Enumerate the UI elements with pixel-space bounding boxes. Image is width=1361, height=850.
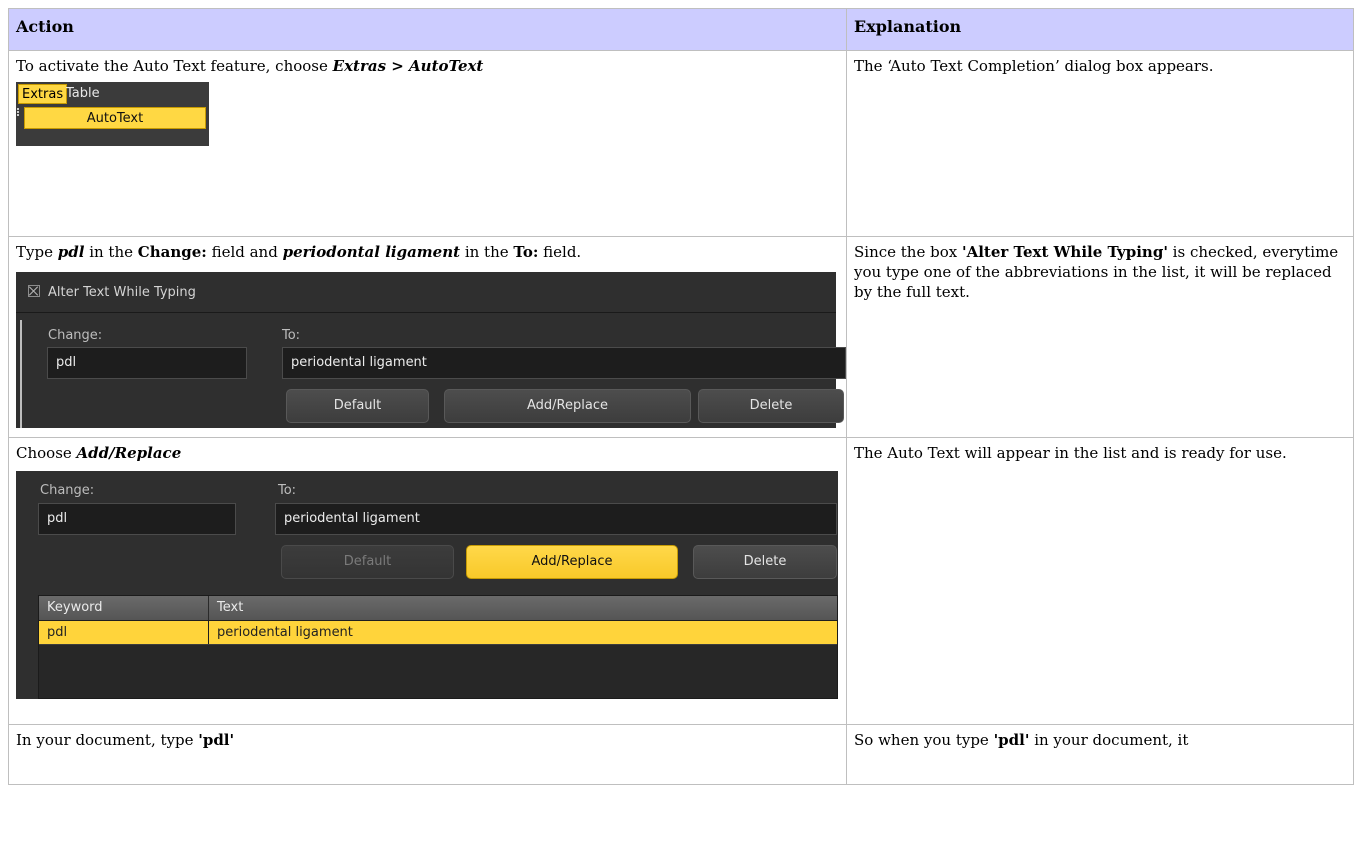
action-text: In your document, type 'pdl'	[16, 731, 235, 749]
divider	[39, 644, 837, 645]
checkbox-checked-icon	[28, 285, 40, 297]
header-action: Action	[8, 8, 847, 51]
keyword-list-header: Keyword Text	[39, 596, 837, 621]
action-cell: In your document, type 'pdl'	[8, 724, 847, 785]
grip-icon	[17, 108, 21, 116]
autotext-dialog-screenshot: Alter Text While Typing Change: To: pdl …	[16, 272, 846, 428]
autotext-dialog-screenshot: Change: To: pdl periodental ligament Def…	[16, 471, 838, 699]
action-text: Type pdl in the Change: field and period…	[16, 243, 582, 261]
to-label: To:	[282, 328, 301, 343]
to-field: periodental ligament	[282, 347, 846, 379]
action-text: To activate the Auto Text feature, choos…	[16, 57, 484, 75]
extras-menu-screenshot: Extras Table AutoText	[16, 82, 209, 146]
checkbox-label: Alter Text While Typing	[48, 285, 196, 300]
delete-button: Delete	[698, 389, 844, 423]
default-button: Default	[281, 545, 454, 579]
change-label: Change:	[48, 328, 103, 343]
column-keyword: Keyword	[39, 596, 209, 620]
menu-extras: Extras	[18, 84, 68, 104]
table-row: Choose Add/Replace Change: To: pdl perio…	[8, 437, 1354, 725]
to-label: To:	[278, 483, 297, 498]
add-replace-button: Add/Replace	[466, 545, 678, 579]
add-replace-button: Add/Replace	[444, 389, 691, 423]
table-row: Type pdl in the Change: field and period…	[8, 236, 1354, 438]
action-text: Choose Add/Replace	[16, 444, 182, 462]
explanation-cell: So when you type 'pdl' in your document,…	[846, 724, 1354, 785]
table-row: In your document, type 'pdl' So when you…	[8, 724, 1354, 785]
explanation-text: Since the box 'Alter Text While Typing' …	[854, 243, 1339, 301]
divider	[20, 320, 22, 428]
action-cell: To activate the Auto Text feature, choos…	[8, 50, 847, 237]
instruction-table: Action Explanation To activate the Auto …	[8, 8, 1354, 785]
checkbox-row: Alter Text While Typing	[16, 272, 836, 313]
column-text: Text	[217, 600, 244, 615]
default-button: Default	[286, 389, 429, 423]
explanation-text: So when you type 'pdl' in your document,…	[854, 731, 1189, 749]
menu-table: Table	[66, 86, 100, 101]
action-cell: Choose Add/Replace Change: To: pdl perio…	[8, 437, 847, 725]
header-explanation: Explanation	[846, 8, 1354, 51]
menu-item-autotext: AutoText	[24, 107, 206, 129]
change-label: Change:	[40, 483, 95, 498]
list-item: pdl periodental ligament	[39, 621, 837, 644]
change-field: pdl	[47, 347, 247, 379]
explanation-cell: The ‘Auto Text Completion’ dialog box ap…	[846, 50, 1354, 237]
change-field: pdl	[38, 503, 236, 535]
explanation-text: The ‘Auto Text Completion’ dialog box ap…	[854, 57, 1214, 75]
delete-button: Delete	[693, 545, 837, 579]
table-row: To activate the Auto Text feature, choos…	[8, 50, 1354, 237]
explanation-cell: Since the box 'Alter Text While Typing' …	[846, 236, 1354, 438]
text-cell: periodental ligament	[217, 625, 353, 640]
to-field: periodental ligament	[275, 503, 837, 535]
action-cell: Type pdl in the Change: field and period…	[8, 236, 847, 438]
keyword-list: Keyword Text pdl periodental ligament	[38, 595, 838, 699]
header-row: Action Explanation	[8, 8, 1354, 51]
explanation-text: The Auto Text will appear in the list an…	[854, 444, 1287, 462]
keyword-cell: pdl	[39, 621, 209, 644]
explanation-cell: The Auto Text will appear in the list an…	[846, 437, 1354, 725]
